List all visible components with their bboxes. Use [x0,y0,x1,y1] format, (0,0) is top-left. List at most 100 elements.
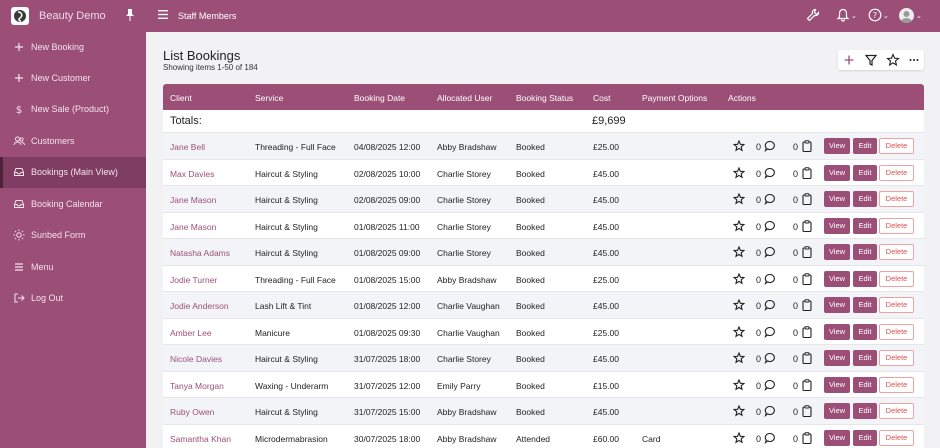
sidebar-item-booking-calendar[interactable]: Booking Calendar [0,189,146,220]
star-icon[interactable] [732,245,746,258]
column-header-allocated-user[interactable]: Allocated User [437,93,492,103]
table-row[interactable]: Jane Mason Haircut & Styling 01/08/2025 … [163,211,924,238]
filter-icon[interactable] [864,53,878,67]
edit-button[interactable]: Edit [853,138,877,154]
comment-icon[interactable] [764,405,776,418]
clipboard-icon[interactable] [801,166,813,179]
client-link[interactable]: Jane Bell [170,142,205,152]
chevron-down-icon[interactable]: ⌄ [883,12,889,20]
table-row[interactable]: Samantha Khan Microdermabrasion 30/07/20… [163,423,924,448]
sidebar-item-bookings-main-view[interactable]: Bookings (Main View) [0,157,146,188]
clipboard-icon[interactable] [801,352,813,365]
clipboard-icon[interactable] [801,378,813,391]
star-icon[interactable] [732,166,746,179]
clipboard-icon[interactable] [801,193,813,206]
table-row[interactable]: Jane Mason Haircut & Styling 02/08/2025 … [163,185,924,212]
delete-button[interactable]: Delete [879,270,914,287]
table-row[interactable]: Ruby Owen Haircut & Styling 31/07/2025 1… [163,397,924,424]
delete-button[interactable]: Delete [879,376,914,393]
bell-icon[interactable] [836,8,850,24]
plus-icon[interactable] [842,53,856,67]
comment-icon[interactable] [764,193,776,206]
view-button[interactable]: View [824,270,850,287]
delete-button[interactable]: Delete [879,350,914,366]
column-header-client[interactable]: Client [170,93,192,103]
comment-icon[interactable] [764,299,776,312]
delete-button[interactable]: Delete [879,191,914,207]
client-link[interactable]: Ruby Owen [170,407,214,417]
client-link[interactable]: Jane Mason [170,222,216,232]
table-row[interactable]: Nicole Davies Haircut & Styling 31/07/20… [163,344,924,371]
comment-icon[interactable] [764,220,776,232]
chevron-down-icon[interactable]: ⌄ [916,12,922,20]
sidebar-item-new-sale[interactable]: $ New Sale (Product) [0,94,146,125]
table-row[interactable]: Natasha Adams Haircut & Styling 01/08/20… [163,238,924,265]
star-icon[interactable] [732,404,746,417]
star-icon[interactable] [732,139,746,152]
sidebar-item-customers[interactable]: Customers [0,126,146,157]
client-link[interactable]: Amber Lee [170,328,212,338]
column-header-booking-status[interactable]: Booking Status [516,93,573,103]
view-button[interactable]: View [824,403,850,419]
comment-icon[interactable] [764,167,776,179]
delete-button[interactable]: Delete [879,244,914,260]
client-link[interactable]: Jane Mason [170,195,216,205]
comment-icon[interactable] [764,352,776,365]
hamburger-icon[interactable] [158,10,168,21]
sidebar-item-log-out[interactable]: Log Out [0,283,146,314]
view-button[interactable]: View [824,376,850,393]
client-link[interactable]: Jodie Anderson [170,301,229,311]
view-button[interactable]: View [824,138,850,154]
sidebar-item-sunbed-form[interactable]: Sunbed Form [0,220,146,251]
comment-icon[interactable] [764,379,776,391]
column-header-cost[interactable]: Cost [593,93,610,103]
chevron-down-icon[interactable]: ⌄ [851,12,857,20]
edit-button[interactable]: Edit [853,376,877,393]
column-header-service[interactable]: Service [255,93,283,103]
table-row[interactable]: Jodie Anderson Lash Lift & Tint 01/08/20… [163,291,924,318]
delete-button[interactable]: Delete [879,323,914,340]
client-link[interactable]: Samantha Khan [170,434,231,444]
view-button[interactable]: View [824,244,850,260]
clipboard-icon[interactable] [801,431,813,444]
edit-button[interactable]: Edit [853,244,877,260]
edit-button[interactable]: Edit [853,429,877,446]
client-link[interactable]: Natasha Adams [170,248,230,258]
sidebar-item-new-booking[interactable]: New Booking [0,32,146,63]
star-icon[interactable] [732,378,746,391]
delete-button[interactable]: Delete [879,429,914,446]
clipboard-icon[interactable] [801,325,813,338]
edit-button[interactable]: Edit [853,350,877,366]
clipboard-icon[interactable] [801,140,813,153]
avatar[interactable] [899,8,914,23]
table-row[interactable]: Jodie Turner Threading - Full Face 01/08… [163,264,924,291]
client-link[interactable]: Tanya Morgan [170,381,224,391]
table-row[interactable]: Max Davies Haircut & Styling 02/08/2025 … [163,158,924,185]
delete-button[interactable]: Delete [879,164,914,181]
edit-button[interactable]: Edit [853,323,877,340]
brand-logo-icon[interactable] [11,7,29,25]
clipboard-icon[interactable] [801,405,813,418]
client-link[interactable]: Jodie Turner [170,275,217,285]
table-row[interactable]: Tanya Morgan Waxing - Underarm 31/07/202… [163,370,924,397]
help-icon[interactable]: ? [868,8,882,24]
clipboard-icon[interactable] [801,219,813,232]
edit-button[interactable]: Edit [853,270,877,287]
sidebar-item-menu[interactable]: Menu [0,252,146,283]
star-icon[interactable] [732,325,746,338]
star-icon[interactable] [732,192,746,205]
delete-button[interactable]: Delete [879,297,914,313]
clipboard-icon[interactable] [801,246,813,259]
star-icon[interactable] [732,351,746,364]
star-icon[interactable] [732,431,746,444]
table-row[interactable]: Amber Lee Manicure 01/08/2025 09:30 Char… [163,317,924,344]
star-icon[interactable] [732,219,746,232]
star-icon[interactable] [886,53,900,67]
delete-button[interactable]: Delete [879,403,914,419]
delete-button[interactable]: Delete [879,138,914,154]
edit-button[interactable]: Edit [853,403,877,419]
column-header-payment-options[interactable]: Payment Options [642,93,707,103]
view-button[interactable]: View [824,217,850,234]
view-button[interactable]: View [824,323,850,340]
edit-button[interactable]: Edit [853,217,877,234]
